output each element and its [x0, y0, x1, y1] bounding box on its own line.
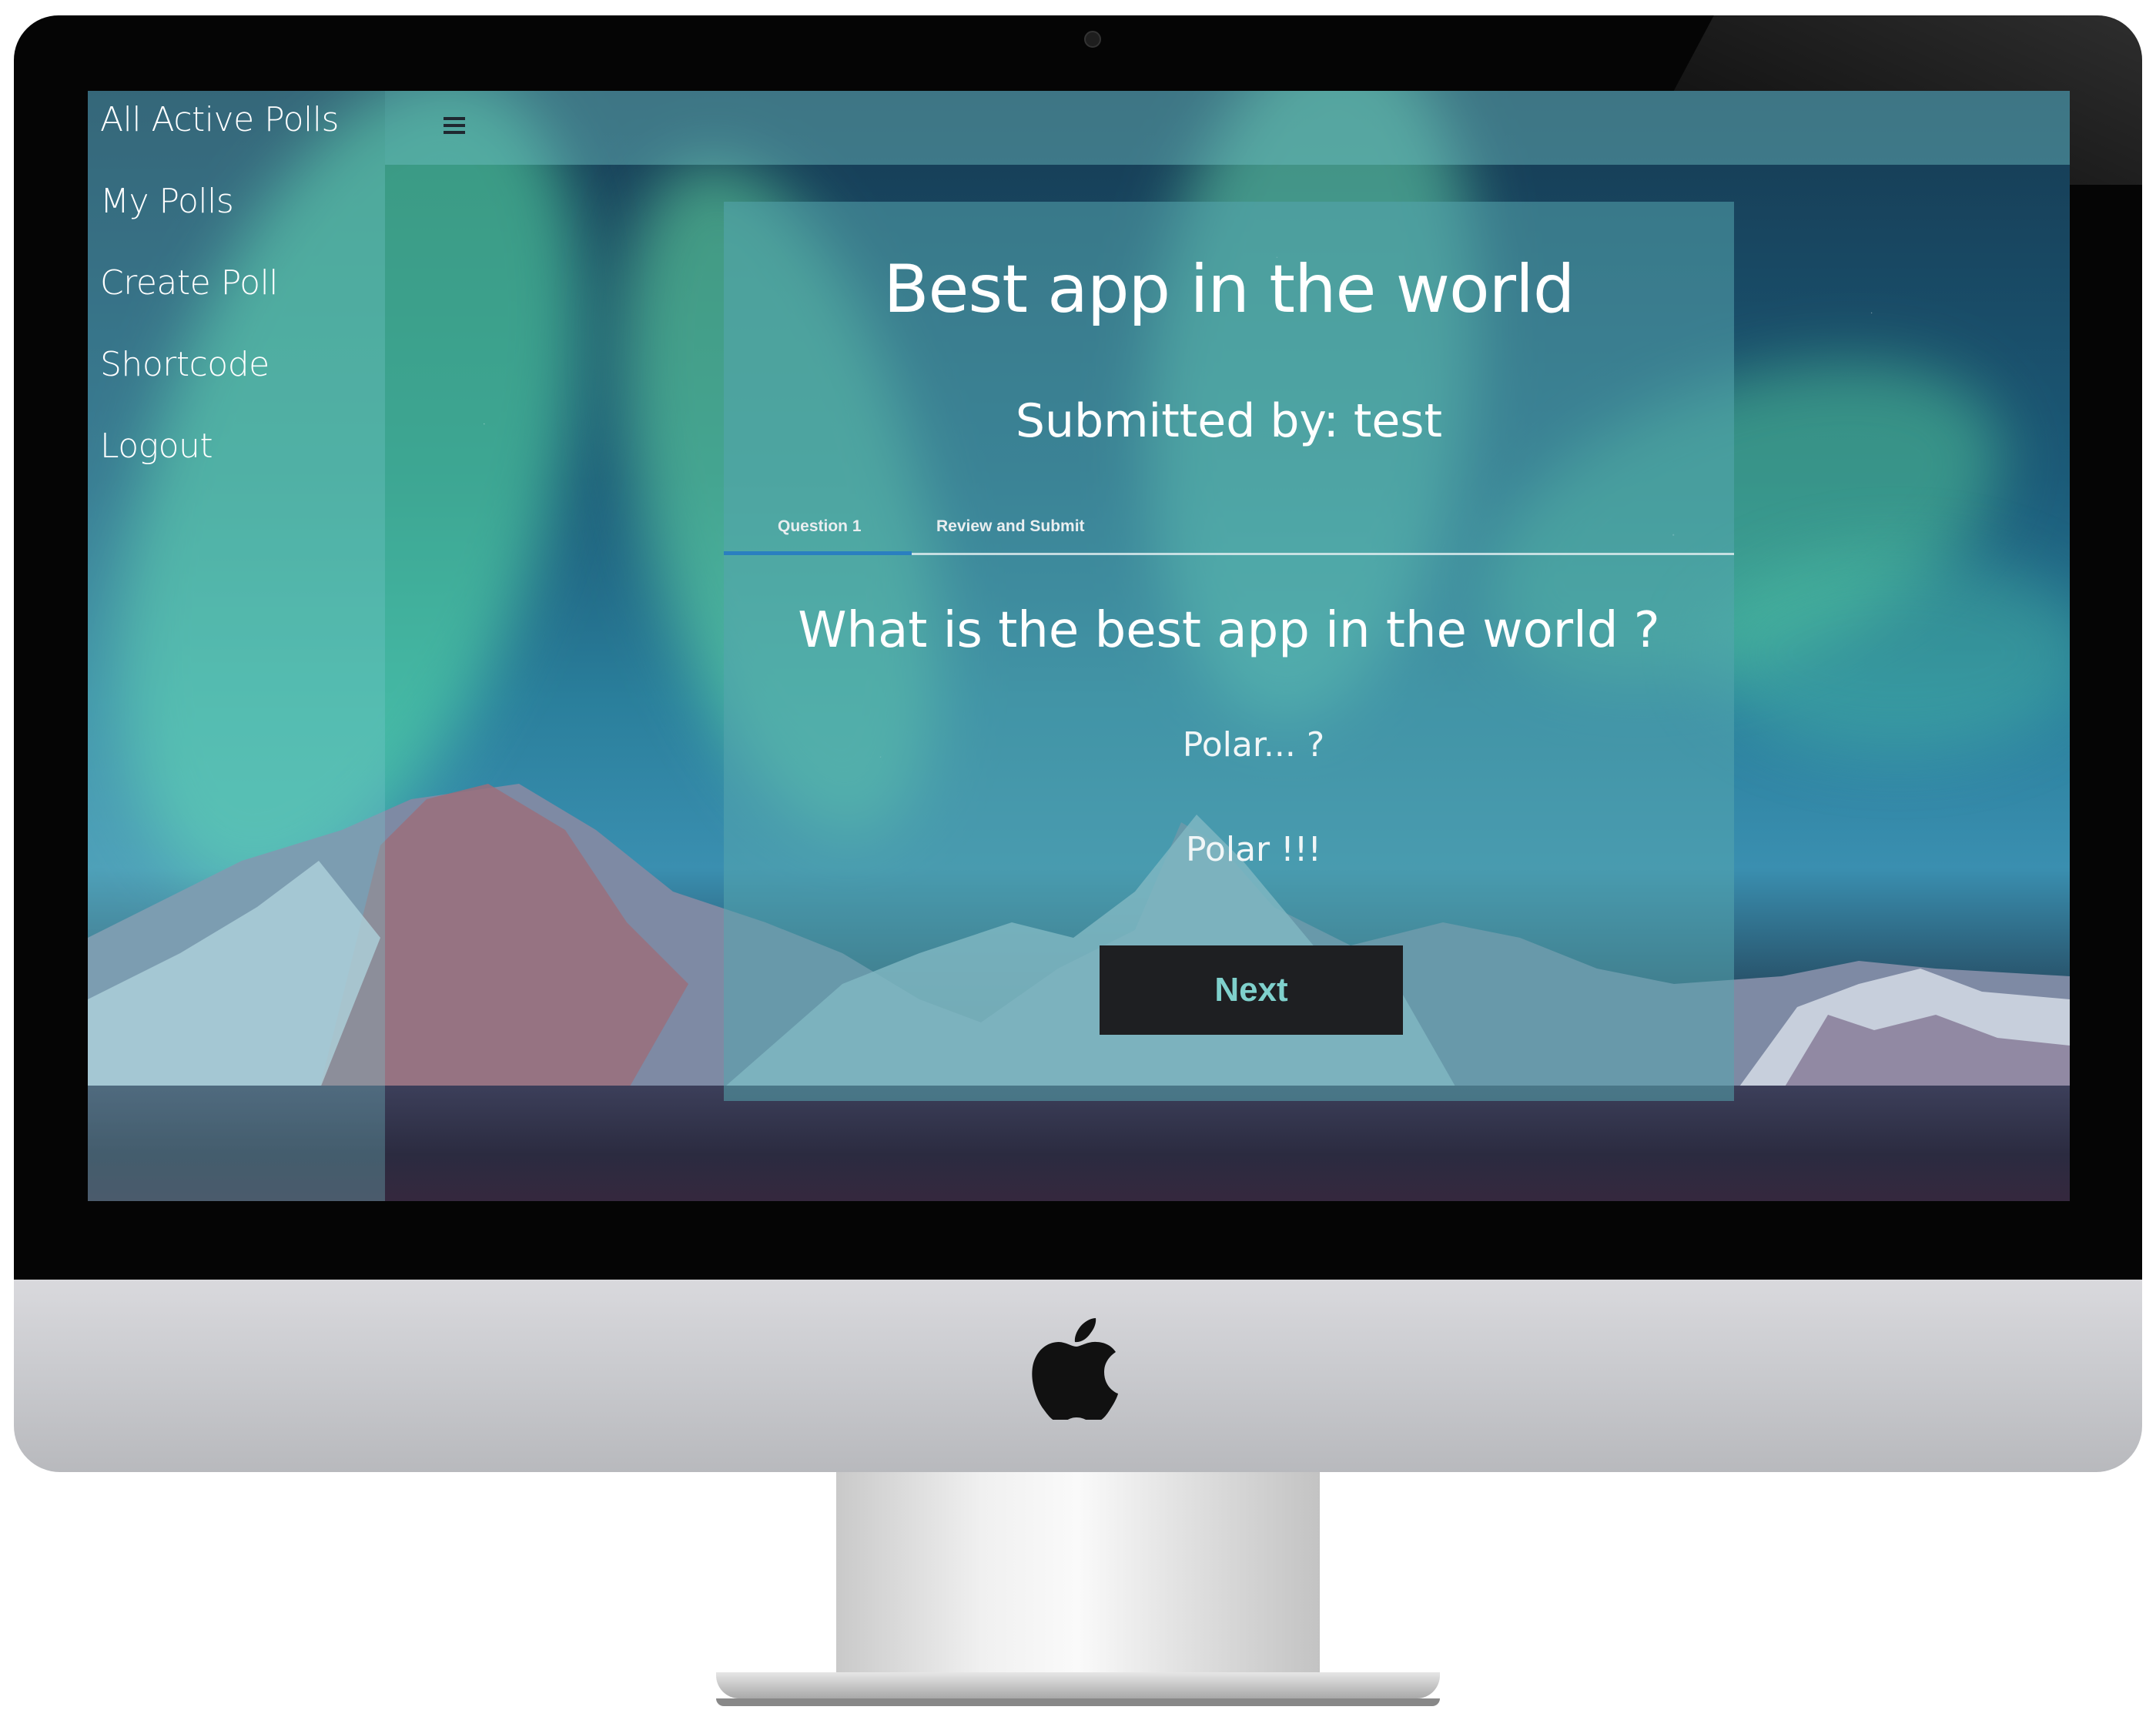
- poll-question: What is the best app in the world ?: [798, 602, 1660, 659]
- poll-submitted-by: Submitted by: test: [1015, 394, 1443, 448]
- stand-shadow: [716, 1698, 1440, 1706]
- hamburger-menu-icon[interactable]: [444, 117, 465, 136]
- sidebar-item-all-active-polls[interactable]: All Active Polls: [100, 100, 339, 139]
- sidebar-item-logout[interactable]: Logout: [100, 427, 213, 466]
- sidebar-item-my-polls[interactable]: My Polls: [100, 182, 234, 221]
- poll-option[interactable]: Polar !!!: [748, 830, 1759, 869]
- apple-logo-icon: [1032, 1318, 1118, 1420]
- app-screen: All Active Polls My Polls Create Poll Sh…: [88, 91, 2070, 1201]
- top-bar: [385, 91, 2070, 165]
- poll-card: Best app in the world Submitted by: test…: [724, 202, 1734, 1101]
- lake-reflection: [88, 1086, 2070, 1201]
- sidebar: All Active Polls My Polls Create Poll Sh…: [88, 91, 385, 1201]
- tab-review-and-submit[interactable]: Review and Submit: [936, 517, 1085, 536]
- tab-question-1[interactable]: Question 1: [778, 517, 862, 536]
- sidebar-item-create-poll[interactable]: Create Poll: [100, 263, 279, 303]
- camera-icon: [1084, 31, 1101, 48]
- poll-option[interactable]: Polar... ?: [748, 725, 1759, 765]
- next-button[interactable]: Next: [1100, 945, 1403, 1035]
- monitor-stand: [836, 1472, 1320, 1672]
- sidebar-item-shortcode[interactable]: Shortcode: [100, 345, 270, 384]
- monitor-stand-base: [716, 1672, 1440, 1698]
- active-tab-indicator: [724, 551, 912, 555]
- poll-title: Best app in the world: [883, 251, 1575, 328]
